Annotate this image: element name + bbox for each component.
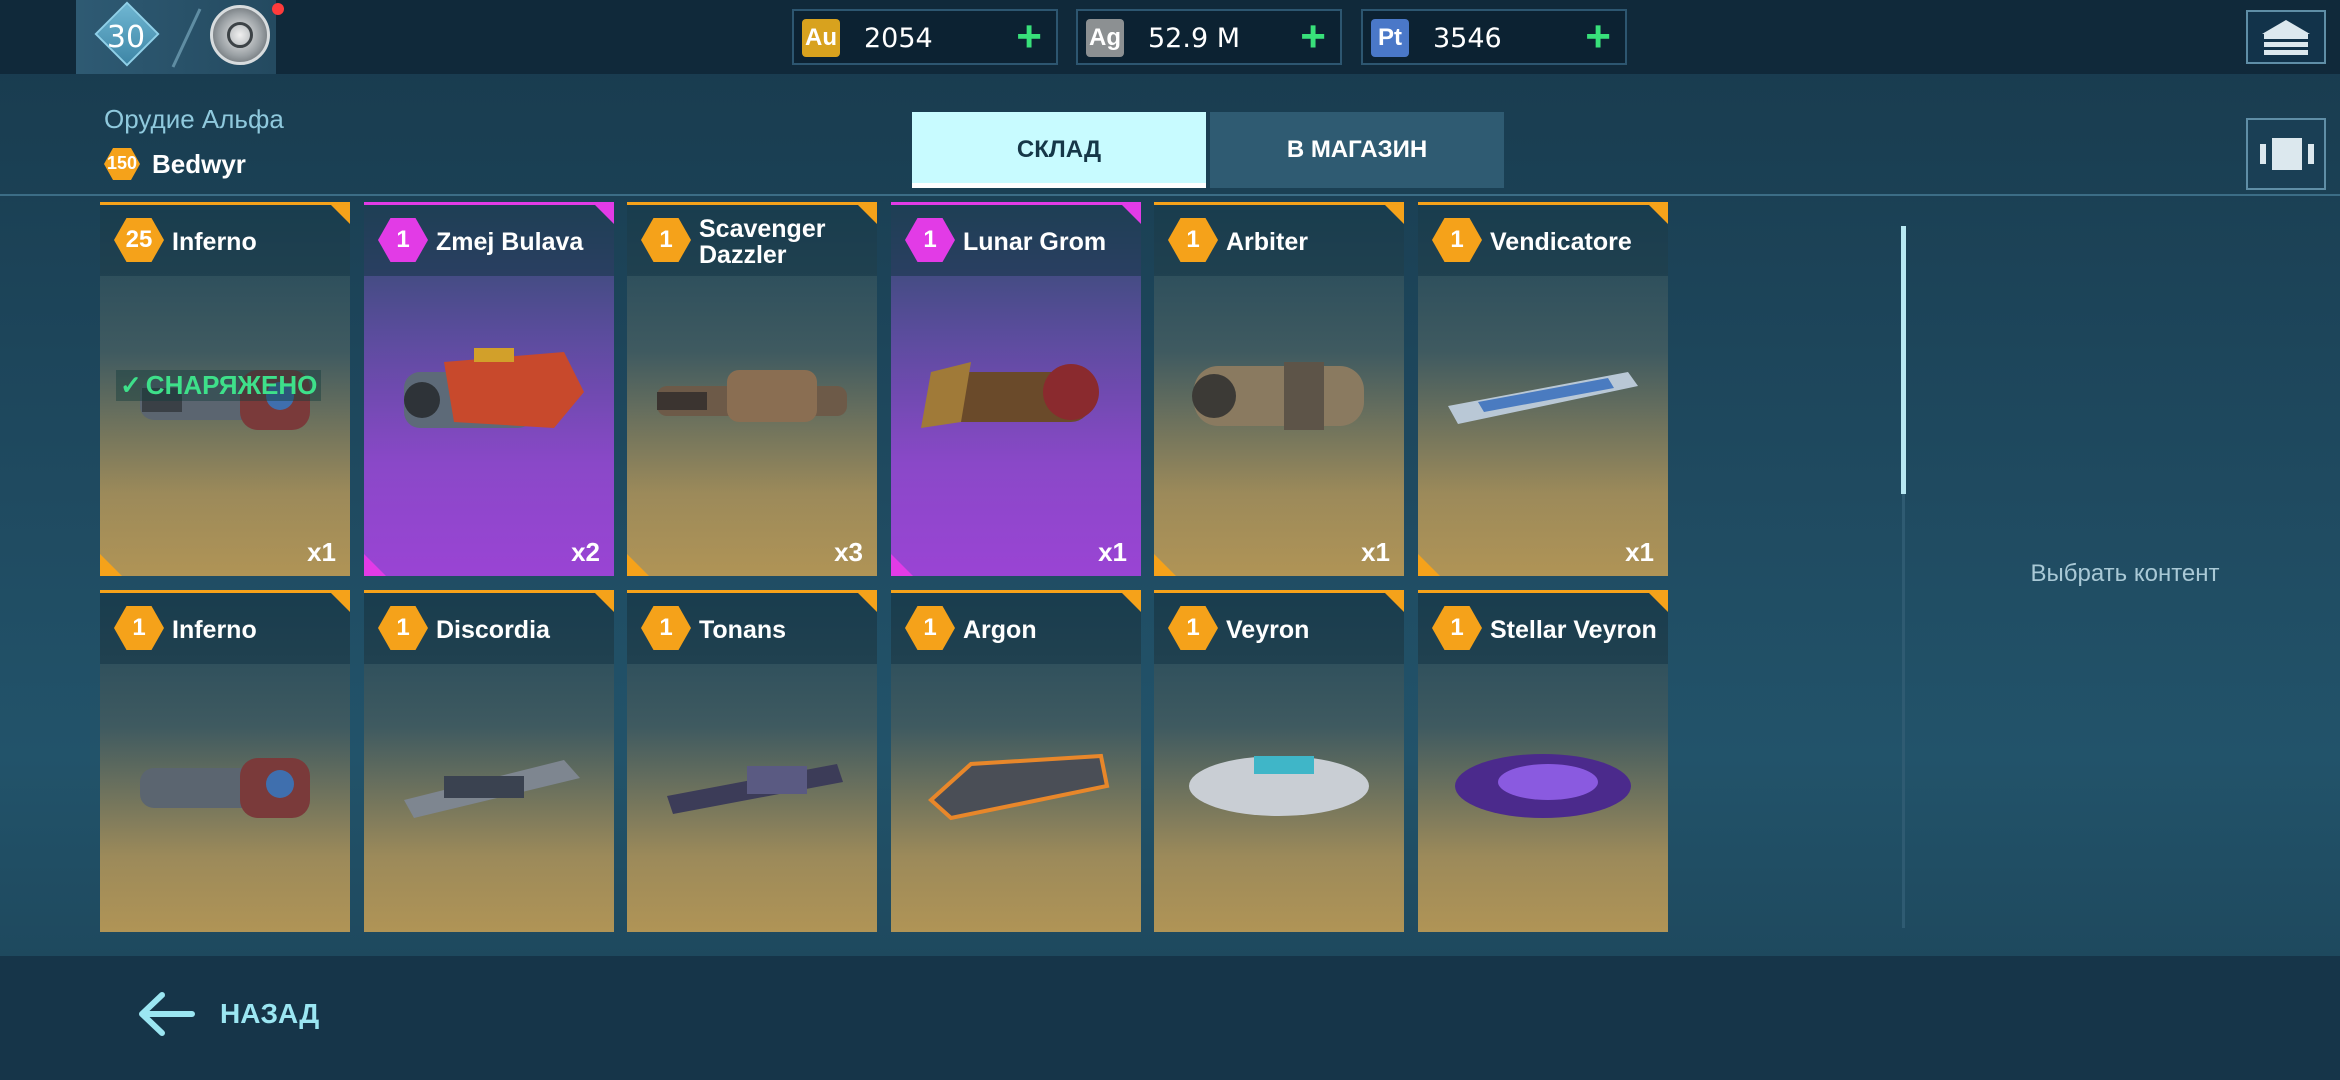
weapon-name: Discordia: [436, 616, 550, 644]
weapon-name: Tonans: [699, 616, 787, 644]
currency-gold[interactable]: Au 2054 +: [792, 9, 1058, 65]
bottom-bar: [0, 956, 2340, 1080]
lunar-grom-gun-icon: [921, 362, 1099, 428]
weapon-card[interactable]: 25 Inferno ✓ СНАРЯЖЕНО x1: [100, 202, 350, 576]
platinum-icon: Pt: [1371, 19, 1409, 57]
tonans-gun-icon: [667, 764, 843, 814]
weapon-name: Vendicatore: [1490, 228, 1632, 256]
hangar-button[interactable]: [2246, 10, 2326, 64]
owner-name: Bedwyr: [152, 149, 246, 179]
discordia-gun-icon: [404, 760, 580, 818]
add-gold-button[interactable]: +: [1016, 15, 1042, 59]
weapon-name: Arbiter: [1226, 228, 1308, 256]
add-silver-button[interactable]: +: [1300, 15, 1326, 59]
weapon-level: 1: [1186, 226, 1200, 253]
weapon-level: 1: [1186, 614, 1200, 641]
owner-level: 150: [106, 153, 138, 173]
weapon-slot-title: Орудие Альфа: [104, 104, 284, 134]
clan-emblem-icon[interactable]: [210, 5, 270, 65]
weapon-level: 25: [125, 226, 153, 253]
robot-view-button[interactable]: [2246, 118, 2326, 190]
notification-dot: [272, 3, 284, 15]
equipped-status: ✓ СНАРЯЖЕНО: [116, 370, 322, 401]
player-level: 30: [106, 20, 146, 55]
weapon-level: 1: [1450, 614, 1464, 641]
weapon-card[interactable]: 1 Vendicatore x1: [1418, 202, 1668, 576]
back-button[interactable]: НАЗАД: [130, 978, 350, 1050]
weapon-name: Veyron: [1226, 616, 1310, 644]
weapon-name: Lunar Grom: [963, 228, 1107, 256]
vendicatore-gun-icon: [1448, 372, 1638, 424]
weapon-name: Stellar Veyron: [1490, 616, 1657, 644]
robot-view-icon: [2272, 138, 2302, 170]
scrollbar-thumb[interactable]: [1901, 226, 1906, 494]
gold-value: 2054: [864, 23, 933, 54]
add-platinum-button[interactable]: +: [1585, 15, 1611, 59]
zmej-bulava-gun-icon: [404, 348, 584, 428]
weapon-name: Zmej Bulava: [436, 228, 584, 256]
select-content-placeholder: Выбрать контент: [2030, 560, 2220, 587]
weapon-level: 1: [132, 614, 146, 641]
weapon-name: Inferno: [172, 616, 257, 644]
silver-value: 52.9 M: [1148, 23, 1240, 54]
divider: [0, 194, 2340, 196]
weapon-quantity: x1: [1625, 537, 1654, 567]
weapon-card[interactable]: 1 Discordia: [364, 590, 614, 932]
currency-platinum[interactable]: Pt 3546 +: [1361, 9, 1627, 65]
weapon-quantity: x1: [1361, 537, 1390, 567]
weapon-card[interactable]: 1 Inferno: [100, 590, 350, 932]
veyron-gun-icon: [1189, 756, 1369, 816]
currency-silver[interactable]: Ag 52.9 M +: [1076, 9, 1342, 65]
weapon-name: Inferno: [172, 228, 257, 256]
weapon-level: 1: [659, 614, 673, 641]
arrow-left-icon: [139, 992, 195, 1036]
weapon-card[interactable]: 1 Zmej Bulava x2: [364, 202, 614, 576]
weapon-name: Argon: [963, 616, 1037, 644]
stellar-veyron-gun-icon: [1455, 754, 1631, 818]
weapon-level: 1: [923, 226, 937, 253]
silver-icon: Ag: [1086, 19, 1124, 57]
weapon-card[interactable]: 1 Lunar Grom x1: [891, 202, 1141, 576]
inferno-gun-icon: [140, 758, 310, 818]
weapon-card[interactable]: 1 Veyron: [1154, 590, 1404, 932]
back-label: НАЗАД: [220, 998, 320, 1029]
tab-shop[interactable]: В МАГАЗИН: [1210, 112, 1504, 188]
argon-gun-icon: [928, 753, 1110, 821]
weapon-level: 1: [396, 614, 410, 641]
weapon-level: 1: [1450, 226, 1464, 253]
gold-icon: Au: [802, 19, 840, 57]
platinum-value: 3546: [1433, 23, 1502, 54]
weapon-grid: 25 Inferno ✓ СНАРЯЖЕНО x1 1 Zmej Bulava x…: [100, 202, 1670, 932]
tab-storage[interactable]: СКЛАД: [912, 112, 1206, 188]
weapon-level: 1: [396, 226, 410, 253]
weapon-card[interactable]: 1 Argon: [891, 590, 1141, 932]
weapon-card[interactable]: 1 Scavenger Dazzler x3: [627, 202, 877, 576]
weapon-quantity: x3: [834, 537, 863, 567]
weapon-level: 1: [659, 226, 673, 253]
weapon-quantity: x2: [571, 537, 600, 567]
arbiter-gun-icon: [1192, 362, 1364, 430]
scavenger-dazzler-gun-icon: [657, 370, 847, 422]
top-bar: 30 Au 2054 + Ag 52.9 M + Pt 3546 +: [0, 0, 2340, 74]
weapon-name: Scavenger Dazzler: [699, 215, 826, 269]
hangar-icon: [2262, 20, 2310, 34]
check-icon: ✓: [120, 370, 142, 400]
weapon-quantity: x1: [1098, 537, 1127, 567]
weapon-card[interactable]: 1 Stellar Veyron: [1418, 590, 1668, 932]
weapon-card[interactable]: 1 Arbiter x1: [1154, 202, 1404, 576]
weapon-quantity: x1: [307, 537, 336, 567]
weapon-level: 1: [923, 614, 937, 641]
weapon-card[interactable]: 1 Tonans: [627, 590, 877, 932]
